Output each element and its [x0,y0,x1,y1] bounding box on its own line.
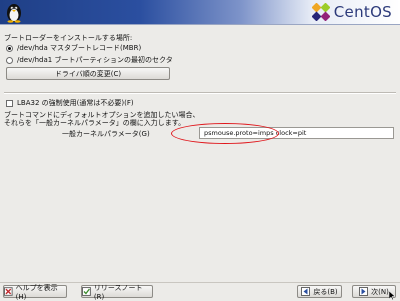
back-label: 戻る(B) [313,287,338,296]
release-notes-icon [82,287,91,296]
centos-wordmark: CentOS [333,3,392,21]
back-button[interactable]: 戻る(B) [297,285,342,298]
kernel-parameters-input[interactable]: psmouse.proto=imps clock=pit [199,127,394,139]
kernel-parameters-label: 一般カーネルパラメータ(G) [62,130,150,138]
centos-logo: CentOS [311,2,392,22]
show-help-button[interactable]: ヘルプを表示(H) [3,283,67,301]
release-notes-button[interactable]: リリースノート(R) [81,283,153,301]
lba32-checkbox-row[interactable]: LBA32 の強制使用(通常は不必要)(F) [6,98,134,108]
installer-header: CentOS [0,0,400,25]
show-help-label: ヘルプを表示(H) [15,283,58,301]
back-arrow-icon [301,287,311,296]
next-label: 次(N) [371,287,389,296]
section-divider [4,92,396,94]
bootloader-location-title: ブートローダーをインストールする場所: [4,34,133,42]
radio-button[interactable] [6,56,13,64]
mouse-cursor-icon [389,291,396,300]
radio-boot-partition[interactable]: /dev/hda1 ブートパーティションの最初のセクタ [6,55,173,65]
tux-penguin-icon [7,4,21,23]
radio-button-selected[interactable] [6,44,13,52]
centos-logo-icon [311,3,330,21]
change-drive-order-button[interactable]: ドライバ順の変更(C) [6,67,170,80]
radio-mbr-label: /dev/hda マスタブートレコード(MBR) [17,44,142,52]
radio-mbr[interactable]: /dev/hda マスタブートレコード(MBR) [6,43,141,53]
kernel-description-line2: それらを「一般カーネルパラメータ」の欄に入力します。 [4,119,186,127]
lba32-checkbox[interactable] [6,99,13,107]
lba32-label: LBA32 の強制使用(通常は不必要)(F) [17,99,134,107]
help-icon [4,287,13,296]
radio-boot-partition-label: /dev/hda1 ブートパーティションの最初のセクタ [17,56,173,64]
release-notes-label: リリースノート(R) [93,283,143,301]
next-arrow-icon [359,287,369,296]
